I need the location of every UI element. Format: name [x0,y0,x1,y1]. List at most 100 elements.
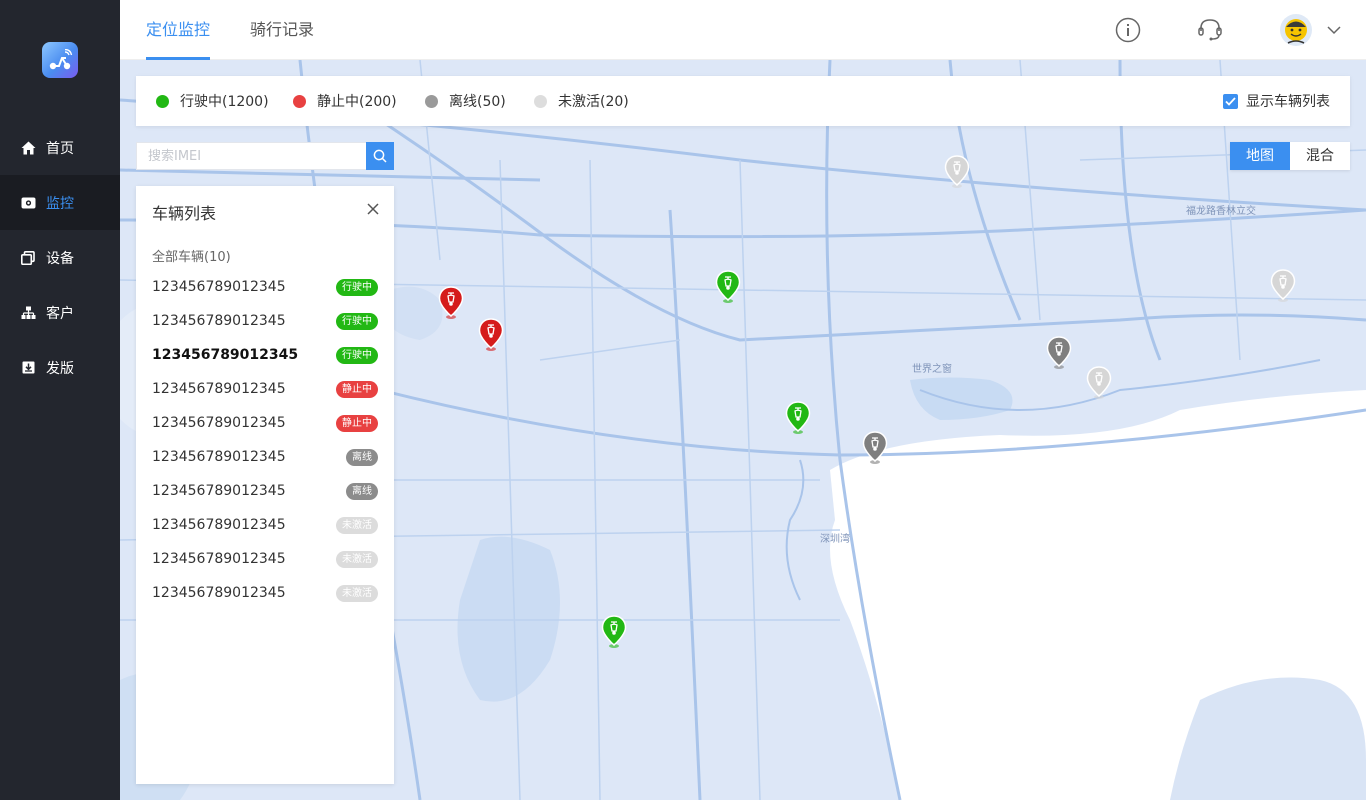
vehicle-row[interactable]: 123456789012345 行驶中 [136,338,394,372]
info-icon[interactable] [1114,16,1142,44]
devices-icon [20,250,36,266]
checkbox-checked-icon[interactable] [1223,93,1238,109]
vehicle-row[interactable]: 123456789012345 未激活 [136,542,394,576]
scooter-pin-icon [715,270,741,303]
legend-stopped-label: 静止中(200) [317,94,397,110]
scooter-pin-icon [785,401,811,434]
sidebar-item-label: 监控 [46,195,74,212]
scooter-pin-icon [478,318,504,351]
scooter-pin-icon [1046,336,1072,369]
map-label-road: 福龙路香林立交 [1186,206,1256,217]
top-header: 定位监控 骑行记录 [120,0,1366,60]
vehicle-row[interactable]: 123456789012345 离线 [136,474,394,508]
vehicle-row[interactable]: 123456789012345 静止中 [136,406,394,440]
chevron-down-icon[interactable] [1326,22,1342,38]
sidebar-item-home[interactable]: 首页 [0,120,120,175]
map-label-place: 世界之窗 [912,364,952,375]
status-badge: 静止中 [336,380,378,398]
vehicle-imei: 123456789012345 [152,449,286,465]
vehicle-row[interactable]: 123456789012345 行驶中 [136,270,394,304]
offline-dot-icon [425,94,438,108]
sidebar-item-label: 设备 [46,250,74,267]
sidebar-item-monitor[interactable]: 监控 [0,175,120,230]
org-icon [20,305,36,321]
sidebar-item-label: 客户 [46,305,74,322]
map-type-map-button[interactable]: 地图 [1230,142,1290,170]
panel-title: 车辆列表 [152,204,217,223]
sidebar-item-label: 首页 [46,140,74,157]
show-vehicle-list-toggle[interactable]: 显示车辆列表 [1223,76,1330,126]
vehicle-row[interactable]: 123456789012345 未激活 [136,508,394,542]
vehicle-row[interactable]: 123456789012345 未激活 [136,576,394,610]
vehicle-imei: 123456789012345 [152,347,299,363]
eye-icon [20,195,36,211]
vehicle-row[interactable]: 123456789012345 行驶中 [136,304,394,338]
show-vehicle-list-label: 显示车辆列表 [1246,94,1330,110]
map-type-toggle: 地图 混合 [1230,142,1350,170]
legend-inactive-label: 未激活(20) [558,94,629,110]
scooter-pin-icon [1086,366,1112,399]
vehicle-imei: 123456789012345 [152,551,286,567]
sidebar-item-release[interactable]: 发版 [0,340,120,395]
status-badge: 离线 [346,482,378,500]
legend-inactive[interactable]: 未激活(20) [534,76,629,126]
scooter-pin-icon [601,615,627,648]
legend-moving-label: 行驶中(1200) [180,94,269,110]
legend-stopped[interactable]: 静止中(200) [293,76,397,126]
status-badge: 未激活 [336,516,378,534]
vehicle-marker-offline[interactable] [1046,336,1072,370]
vehicle-marker-moving[interactable] [715,270,741,304]
legend-offline[interactable]: 离线(50) [425,76,506,126]
vehicle-marker-inactive[interactable] [1086,366,1112,400]
user-avatar[interactable] [1280,14,1312,46]
scooter-pin-icon [862,431,888,464]
status-badge: 未激活 [336,550,378,568]
customer-service-icon[interactable] [1196,16,1224,44]
scooter-pin-icon [1270,269,1296,302]
status-badge: 行驶中 [336,346,378,364]
status-legend-bar: 行驶中(1200) 静止中(200) 离线(50) 未激活(20) 显示车辆列表 [136,76,1350,126]
status-badge: 行驶中 [336,278,378,296]
all-vehicles-label[interactable]: 全部车辆(10) [152,246,231,265]
vehicle-imei: 123456789012345 [152,279,286,295]
sidebar-item-customers[interactable]: 客户 [0,285,120,340]
tab-ride-records[interactable]: 骑行记录 [250,0,314,60]
sidebar-item-devices[interactable]: 设备 [0,230,120,285]
vehicle-marker-inactive[interactable] [1270,269,1296,303]
vehicle-imei: 123456789012345 [152,483,286,499]
vehicle-marker-offline[interactable] [862,431,888,465]
legend-offline-label: 离线(50) [449,94,506,110]
scooter-pin-icon [438,286,464,319]
scooter-logo-icon [49,49,73,70]
map-type-hybrid-button[interactable]: 混合 [1290,142,1350,170]
vehicle-imei: 123456789012345 [152,415,286,431]
map-label-bay: 深圳湾 [820,534,850,545]
vehicle-row[interactable]: 123456789012345 离线 [136,440,394,474]
vehicle-imei: 123456789012345 [152,585,286,601]
vehicle-imei: 123456789012345 [152,517,286,533]
vehicle-list-panel: 车辆列表 全部车辆(10) 123456789012345 行驶中 12345678… [136,186,394,784]
search-button[interactable] [366,142,394,170]
vehicle-marker-moving[interactable] [601,615,627,649]
status-badge: 静止中 [336,414,378,432]
inactive-dot-icon [534,94,547,108]
status-badge: 未激活 [336,584,378,602]
close-icon[interactable] [366,202,380,216]
vehicle-imei: 123456789012345 [152,381,286,397]
search-input[interactable] [136,142,366,170]
vehicle-marker-stopped[interactable] [478,318,504,352]
vehicle-marker-inactive[interactable] [944,155,970,189]
vehicle-marker-stopped[interactable] [438,286,464,320]
vehicle-imei: 123456789012345 [152,313,286,329]
scooter-pin-icon [944,155,970,188]
stopped-dot-icon [293,94,306,108]
vehicle-marker-moving[interactable] [785,401,811,435]
status-badge: 行驶中 [336,312,378,330]
sidebar: 首页 监控 设备 客户 发版 [0,0,120,800]
tab-location-monitor[interactable]: 定位监控 [146,0,211,60]
imei-search [136,142,394,170]
vehicle-row[interactable]: 123456789012345 静止中 [136,372,394,406]
legend-moving[interactable]: 行驶中(1200) [156,76,269,126]
avatar-face-icon [1285,19,1307,44]
status-badge: 离线 [346,448,378,466]
